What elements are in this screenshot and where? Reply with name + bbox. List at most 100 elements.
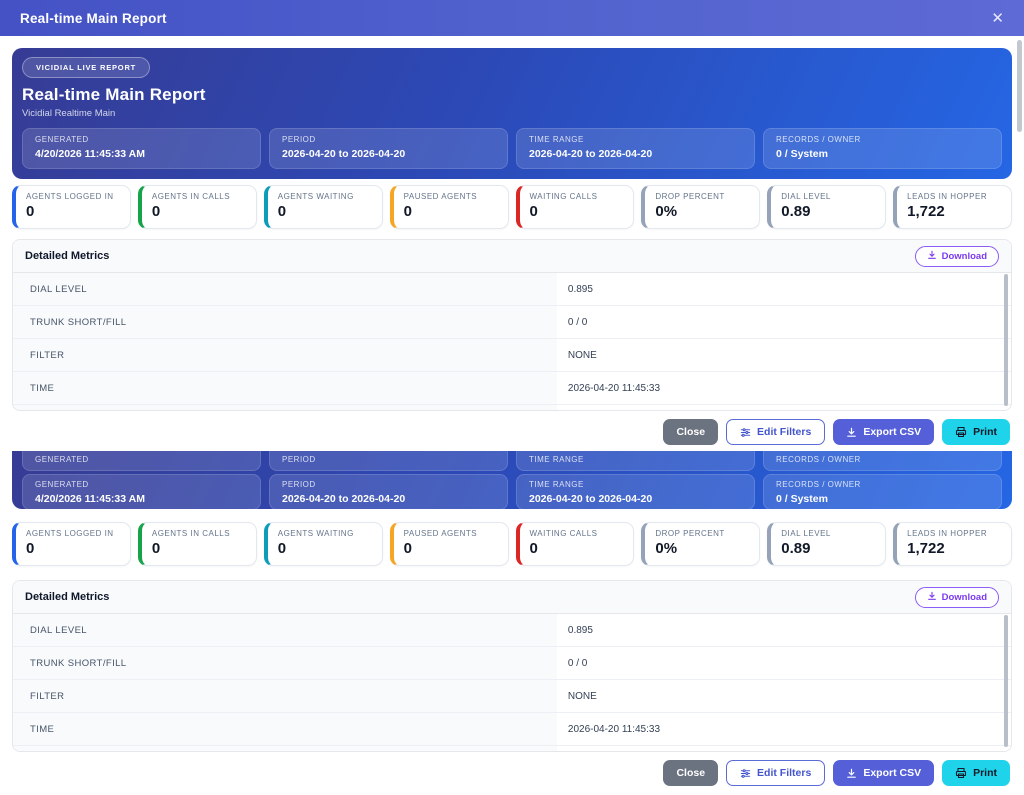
stat-cards-row: AGENTS LOGGED IN 0 AGENTS IN CALLS 0 AGE… (12, 522, 1012, 566)
row-value: 0.895 (557, 614, 1011, 646)
report-section-1: VICIDIAL LIVE REPORT Real-time Main Repo… (0, 48, 1024, 445)
detailed-metrics-header: Detailed Metrics Download (13, 240, 1011, 273)
info-label: TIME RANGE (529, 455, 584, 464)
detailed-metrics-card: Detailed Metrics Download DIAL LEVEL 0.8… (12, 239, 1012, 411)
stat-label: AGENTS LOGGED IN (26, 529, 120, 538)
report-info-grid: GENERATED 4/20/2026 11:45:33 AM PERIOD 2… (22, 128, 1002, 169)
close-label: Close (676, 767, 705, 779)
info-value: 2026-04-20 to 2026-04-20 (529, 148, 742, 160)
row-value: 0 / 0 (557, 306, 1011, 338)
download-icon (846, 427, 857, 438)
info-value: 2026-04-20 to 2026-04-20 (529, 493, 742, 505)
stat-label: DIAL LEVEL (781, 192, 875, 201)
export-csv-button[interactable]: Export CSV (833, 419, 934, 445)
info-box-records-owner: RECORDS / OWNER 0 / System (763, 474, 1002, 509)
stat-label: WAITING CALLS (530, 529, 624, 538)
filter-sliders-icon (740, 427, 751, 438)
stat-label: PAUSED AGENTS (404, 192, 498, 201)
export-csv-button[interactable]: Export CSV (833, 760, 934, 786)
stat-card-drop-percent: DROP PERCENT 0% (641, 522, 760, 566)
table-scrollbar[interactable] (1004, 274, 1008, 406)
stat-label: DIAL LEVEL (781, 529, 875, 538)
row-value: 2026-04-20 11:45:33 (557, 372, 1011, 404)
stat-label: AGENTS IN CALLS (152, 192, 246, 201)
table-row: DIAL LEVEL 0.895 (13, 614, 1011, 647)
stat-value: 0 (530, 540, 624, 557)
info-value: 0 / System (776, 493, 989, 505)
stat-card-waiting-calls: WAITING CALLS 0 (516, 185, 635, 229)
info-value: 2026-04-20 to 2026-04-20 (282, 148, 495, 160)
table-row: TIME 2026-04-20 11:45:33 (13, 713, 1011, 746)
row-label: FILTER (13, 680, 557, 712)
edit-filters-label: Edit Filters (757, 426, 811, 438)
info-box-time-range: TIME RANGE (516, 451, 755, 471)
stat-label: AGENTS LOGGED IN (26, 192, 120, 201)
modal-titlebar: Real-time Main Report ✕ (0, 0, 1024, 36)
stat-label: DROP PERCENT (655, 529, 749, 538)
table-row: TIME 2026-04-20 11:45:33 (13, 372, 1011, 405)
info-box-records-owner: RECORDS / OWNER 0 / System (763, 128, 1002, 169)
stat-card-dial-level: DIAL LEVEL 0.89 (767, 522, 886, 566)
row-label: FILTER (13, 339, 557, 371)
stat-cards-row: AGENTS LOGGED IN 0 AGENTS IN CALLS 0 AGE… (12, 185, 1012, 229)
stat-card-waiting-calls: WAITING CALLS 0 (516, 522, 635, 566)
detailed-metrics-title: Detailed Metrics (25, 591, 109, 603)
close-icon[interactable]: ✕ (987, 9, 1008, 28)
report-info-grid: GENERATED 4/20/2026 11:45:33 AM PERIOD 2… (22, 474, 1002, 509)
download-button[interactable]: Download (915, 587, 999, 608)
stat-value: 0.89 (781, 540, 875, 557)
row-label: DIAL LEVEL (13, 614, 557, 646)
filter-sliders-icon (740, 768, 751, 779)
row-value: NONE (557, 680, 1011, 712)
stat-value: 0 (26, 203, 120, 220)
info-value: 0 / System (776, 148, 989, 160)
stat-value: 0 (404, 203, 498, 220)
table-row-partial (13, 746, 1011, 751)
info-label: PERIOD (282, 455, 316, 464)
page-scrollbar[interactable] (1017, 40, 1022, 132)
info-box-period: PERIOD (269, 451, 508, 471)
edit-filters-button[interactable]: Edit Filters (726, 760, 825, 786)
info-label: RECORDS / OWNER (776, 135, 989, 144)
info-value: 4/20/2026 11:45:33 AM (35, 148, 248, 160)
table-scrollbar[interactable] (1004, 615, 1008, 747)
download-label: Download (942, 251, 987, 262)
modal-title: Real-time Main Report (20, 11, 167, 26)
table-row: DIAL LEVEL 0.895 (13, 273, 1011, 306)
table-row: TRUNK SHORT/FILL 0 / 0 (13, 647, 1011, 680)
close-button[interactable]: Close (663, 760, 718, 786)
row-label: TRUNK SHORT/FILL (13, 647, 557, 679)
info-label: GENERATED (35, 135, 248, 144)
stat-label: AGENTS IN CALLS (152, 529, 246, 538)
stat-label: LEADS IN HOPPER (907, 192, 1001, 201)
live-report-badge: VICIDIAL LIVE REPORT (22, 57, 150, 78)
download-button[interactable]: Download (915, 246, 999, 267)
close-button[interactable]: Close (663, 419, 718, 445)
info-box-time-range: TIME RANGE 2026-04-20 to 2026-04-20 (516, 474, 755, 509)
info-label: GENERATED (35, 455, 89, 464)
stat-card-drop-percent: DROP PERCENT 0% (641, 185, 760, 229)
download-icon (927, 591, 937, 604)
report-hero-clipped: GENERATED PERIOD TIME RANGE RECORDS / OW… (12, 451, 1012, 509)
print-label: Print (973, 426, 997, 438)
stat-value: 0% (655, 540, 749, 557)
row-value: 0.895 (557, 273, 1011, 305)
download-label: Download (942, 592, 987, 603)
row-value: NONE (557, 339, 1011, 371)
row-value: 0 / 0 (557, 647, 1011, 679)
row-value: 2026-04-20 11:45:33 (557, 713, 1011, 745)
report-subtitle: Vicidial Realtime Main (22, 108, 1002, 119)
row-label: TRUNK SHORT/FILL (13, 306, 557, 338)
footer-actions: Close Edit Filters Export CSV Print (12, 760, 1010, 786)
stat-value: 0 (278, 540, 372, 557)
footer-actions: Close Edit Filters Export CSV Print (12, 419, 1010, 445)
info-label: PERIOD (282, 135, 495, 144)
info-value: 2026-04-20 to 2026-04-20 (282, 493, 495, 505)
edit-filters-button[interactable]: Edit Filters (726, 419, 825, 445)
stat-card-agents-in-calls: AGENTS IN CALLS 0 (138, 522, 257, 566)
detailed-metrics-header: Detailed Metrics Download (13, 581, 1011, 614)
print-button[interactable]: Print (942, 419, 1010, 445)
info-box-period: PERIOD 2026-04-20 to 2026-04-20 (269, 474, 508, 509)
stat-card-agents-in-calls: AGENTS IN CALLS 0 (138, 185, 257, 229)
print-button[interactable]: Print (942, 760, 1010, 786)
